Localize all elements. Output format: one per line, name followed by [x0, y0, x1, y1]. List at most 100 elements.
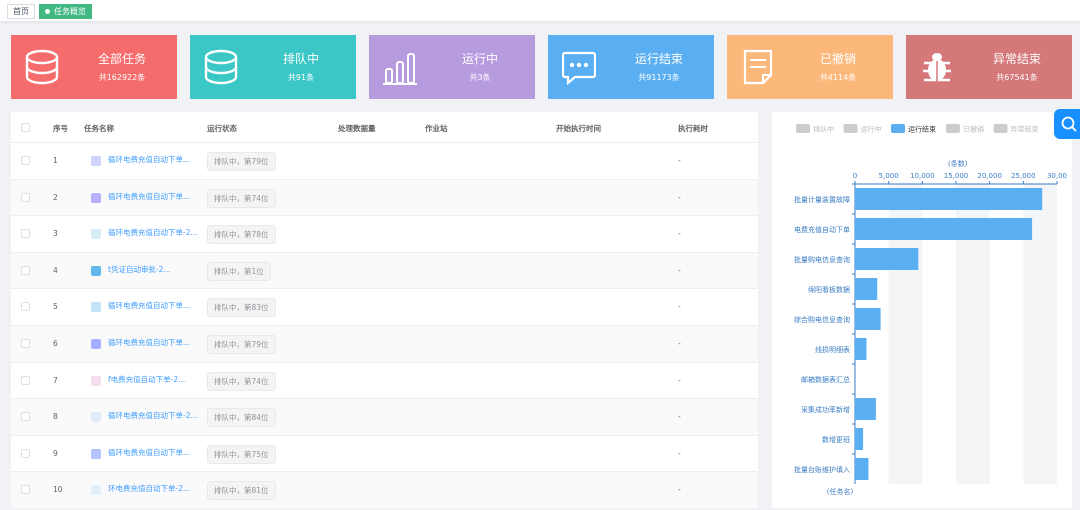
elapsed-time: - — [678, 339, 681, 348]
legend-swatch — [993, 124, 1008, 133]
task-name-link[interactable]: 环电费充值自动下单-2... — [108, 483, 190, 494]
tab-home[interactable]: 首页 — [7, 4, 35, 19]
status-tag: 排队中，第1位 — [207, 261, 271, 281]
masked-avatar — [91, 339, 101, 349]
elapsed-time: - — [678, 156, 681, 165]
task-table: 序号 任务名称 运行状态 处理数据量 作业站 开始执行时间 执行耗时 1 循环电… — [11, 112, 758, 508]
row-checkbox[interactable] — [21, 375, 30, 385]
y-category-label: 电费充值自动下单 — [794, 225, 850, 234]
tab-task-overview[interactable]: 任务概览 — [39, 4, 92, 19]
table-row[interactable]: 2 循环电费充值自动下单... 排队中，第74位 - — [11, 179, 758, 217]
tags-view: 首页 任务概览 — [0, 0, 1080, 22]
table-row[interactable]: 4 t凭证自动审批-2... 排队中，第1位 - — [11, 252, 758, 290]
masked-avatar — [91, 412, 101, 423]
search-float-button[interactable] — [1054, 109, 1080, 139]
row-checkbox[interactable] — [21, 192, 30, 202]
row-checkbox[interactable] — [21, 302, 30, 312]
elapsed-time: - — [678, 229, 681, 239]
search-icon — [1061, 116, 1077, 132]
task-name-link[interactable]: 循环电费充值自动下单-2... — [108, 410, 198, 421]
x-tick-label: 20,000 — [977, 172, 1002, 180]
table-header: 序号 任务名称 运行状态 处理数据量 作业站 开始执行时间 执行耗时 — [11, 112, 758, 143]
stat-card-5[interactable]: 异常结束 共67541条 — [906, 35, 1072, 99]
x-tick-label: 10,000 — [910, 172, 935, 180]
row-index: 10 — [53, 485, 63, 495]
stat-card-count: 共3条 — [469, 73, 491, 82]
table-row[interactable]: 5 循环电费充值自动下单... 排队中，第83位 - — [11, 289, 758, 326]
stat-card-2[interactable]: 运行中 共3条 — [369, 35, 535, 99]
elapsed-time: - — [678, 412, 681, 422]
bar — [855, 248, 919, 270]
stat-card-4[interactable]: 已撤销 共4114条 — [727, 35, 893, 99]
x-tick-label: 30,00 — [1047, 172, 1067, 180]
status-tag: 排队中，第74位 — [207, 188, 276, 208]
legend-swatch — [891, 124, 905, 133]
legend-swatch — [843, 124, 858, 133]
elapsed-time: - — [678, 375, 681, 385]
masked-avatar — [91, 229, 101, 240]
y-category-label: 采集成功率新增 — [801, 405, 850, 414]
stat-card-count: 共162922条 — [98, 73, 146, 82]
header-workstation: 作业站 — [425, 124, 448, 133]
header-run-status: 运行状态 — [207, 124, 237, 133]
header-elapsed: 执行耗时 — [678, 124, 708, 133]
masked-avatar — [91, 302, 101, 313]
table-row[interactable]: 6 循环电费充值自动下单... 排队中，第79位 - — [11, 326, 758, 363]
elapsed-time: - — [678, 265, 681, 275]
row-checkbox[interactable] — [21, 156, 30, 165]
status-tag: 排队中，第74位 — [207, 371, 276, 391]
status-tag: 排队中，第75位 — [207, 444, 276, 464]
legend-label: 运行中 — [861, 125, 882, 134]
table-row[interactable]: 8 循环电费充值自动下单-2... 排队中，第84位 - — [11, 399, 758, 436]
task-name-link[interactable]: 循环电费充值自动下单-2... — [108, 227, 198, 238]
row-index: 4 — [53, 265, 58, 275]
stat-card-3[interactable]: 运行结束 共91173条 — [548, 35, 714, 99]
y-category-label: 线损明细表 — [815, 345, 850, 354]
legend-swatch — [946, 124, 960, 133]
task-name-link[interactable]: 循环电费充值自动下单... — [108, 191, 190, 202]
table-row[interactable]: 10 环电费充值自动下单-2... 排队中，第81位 - — [11, 472, 758, 508]
stat-card-title: 排队中 — [282, 52, 319, 66]
task-name-link[interactable]: 循环电费充值自动下单... — [108, 154, 190, 165]
stat-card-title: 运行结束 — [634, 52, 683, 66]
table-row[interactable]: 7 f电费充值自动下单-2... 排队中，第74位 - — [11, 363, 758, 400]
select-all-checkbox[interactable] — [21, 123, 30, 132]
message-icon — [562, 51, 596, 85]
row-checkbox[interactable] — [21, 229, 30, 239]
stat-card-1[interactable]: 排队中 共91条 — [190, 35, 356, 99]
status-tag: 排队中，第83位 — [207, 298, 276, 318]
y-category-label: 数增更班 — [822, 435, 850, 444]
masked-avatar — [91, 192, 101, 203]
bug-icon — [923, 53, 951, 82]
row-index: 8 — [53, 412, 58, 422]
bar — [855, 338, 867, 360]
stat-card-title: 已撤销 — [819, 52, 856, 66]
row-checkbox[interactable] — [21, 448, 30, 458]
y-category-label: 批量计量装置故障 — [794, 195, 850, 204]
legend-label: 排队中 — [813, 125, 834, 134]
table-row[interactable]: 1 循环电费充值自动下单... 排队中，第79位 - — [11, 143, 758, 180]
elapsed-time: - — [678, 192, 681, 202]
row-checkbox[interactable] — [21, 485, 30, 495]
bar — [855, 428, 864, 450]
row-checkbox[interactable] — [21, 412, 30, 422]
bar — [855, 308, 881, 330]
stat-card-0[interactable]: 全部任务 共162922条 — [11, 35, 177, 99]
header-task-name: 任务名称 — [84, 124, 114, 133]
masked-avatar — [91, 485, 101, 496]
x-axis-title: (条数) — [948, 159, 968, 168]
task-name-link[interactable]: 循环电费充值自动下单... — [108, 337, 190, 348]
status-tag: 排队中，第79位 — [207, 335, 276, 354]
status-tag: 排队中，第84位 — [207, 408, 276, 428]
table-row[interactable]: 9 循环电费充值自动下单... 排队中，第75位 - — [11, 436, 758, 473]
x-tick-label: 15,000 — [944, 172, 969, 180]
elapsed-time: - — [678, 302, 681, 312]
task-name-link[interactable]: 循环电费充值自动下单... — [108, 300, 190, 311]
task-name-link[interactable]: 循环电费充值自动下单... — [108, 447, 190, 458]
task-name-link[interactable]: f电费充值自动下单-2... — [108, 374, 185, 385]
legend-label: 异常结束 — [1011, 125, 1039, 134]
row-checkbox[interactable] — [21, 265, 30, 275]
table-row[interactable]: 3 循环电费充值自动下单-2... 排队中，第78位 - — [11, 216, 758, 253]
row-checkbox[interactable] — [21, 339, 30, 348]
task-name-link[interactable]: t凭证自动审批-2... — [108, 264, 171, 275]
